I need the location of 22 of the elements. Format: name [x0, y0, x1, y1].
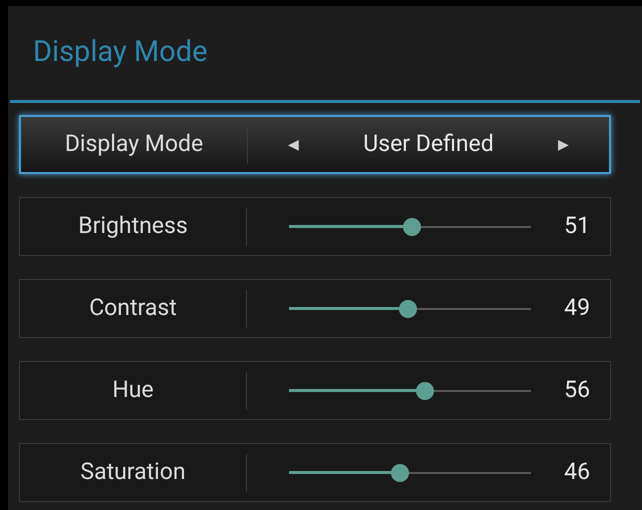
setting-label: Saturation [80, 457, 186, 488]
slider-value: 46 [564, 457, 590, 488]
slider-value: 49 [564, 293, 590, 324]
slider-value: 56 [564, 375, 590, 406]
slider-value: 51 [564, 211, 590, 242]
slider-thumb[interactable] [391, 464, 410, 482]
slider-thumb[interactable] [398, 300, 417, 318]
previous-arrow[interactable]: ◀ [288, 134, 299, 154]
setting-row[interactable]: Hue 56 [19, 361, 611, 420]
mode-selector-row[interactable]: Display Mode ◀ User Defined ▶ [19, 115, 611, 174]
next-arrow[interactable]: ▶ [558, 134, 569, 154]
setting-row[interactable]: Saturation 46 [19, 443, 611, 502]
setting-row[interactable]: Brightness 51 [19, 197, 611, 256]
setting-row[interactable]: Contrast 49 [19, 279, 611, 338]
setting-label: Brightness [78, 211, 188, 242]
slider-thumb[interactable] [403, 218, 422, 236]
slider-thumb[interactable] [416, 382, 434, 400]
setting-label: Hue [112, 375, 154, 406]
setting-label: Contrast [89, 293, 177, 324]
mode-value: User Defined [363, 129, 494, 160]
setting-label: Display Mode [64, 129, 204, 160]
panel-title: Display Mode [33, 34, 208, 72]
